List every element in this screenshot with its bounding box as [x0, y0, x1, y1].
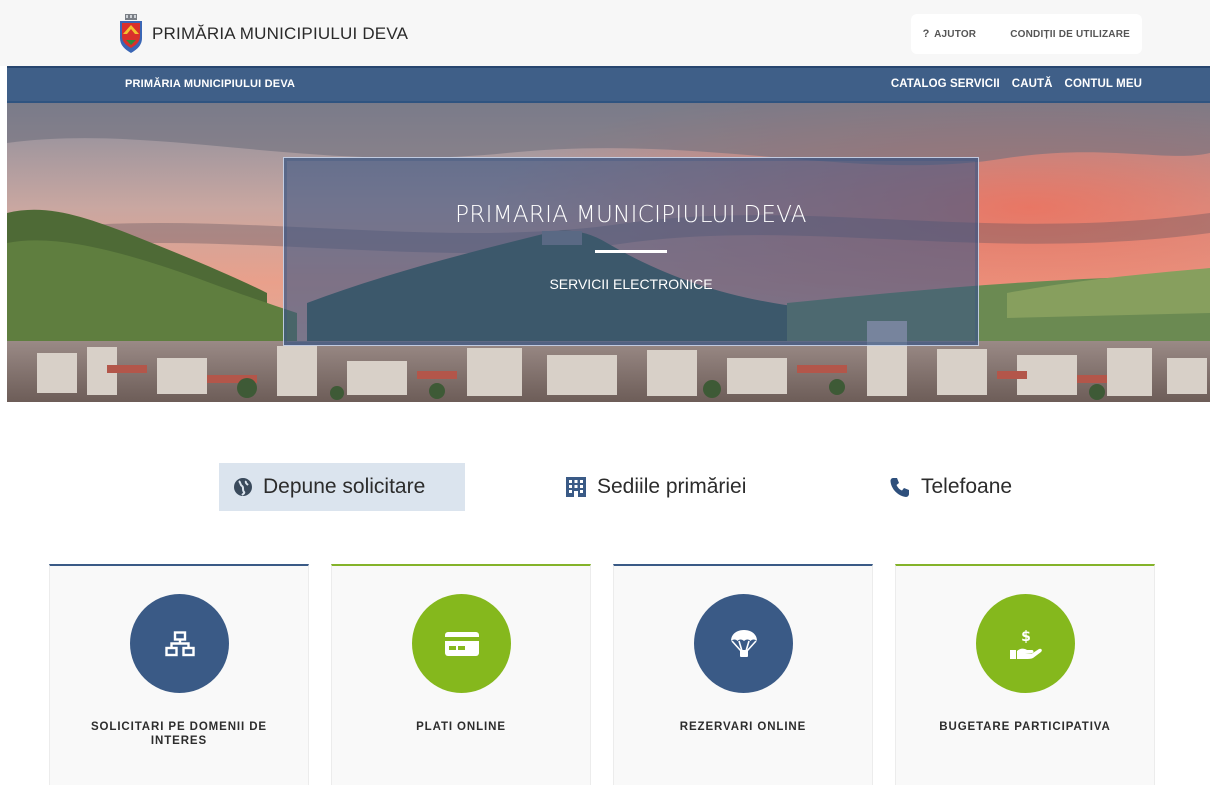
- nav-account-link[interactable]: CONTUL MEU: [1065, 78, 1142, 90]
- building-icon: [565, 476, 587, 498]
- tab-telefoane[interactable]: Telefoane: [889, 463, 1012, 511]
- card-icon-circle: [130, 594, 229, 693]
- tab-label: Sediile primăriei: [597, 475, 747, 498]
- brand-name: PRIMĂRIA MUNICIPIULUI DEVA: [152, 24, 409, 43]
- tab-sediile-primariei[interactable]: Sediile primăriei: [565, 463, 746, 511]
- main-navbar: PRIMĂRIA MUNICIPIULUI DEVA CATALOG SERVI…: [7, 66, 1210, 103]
- hero-banner: PRIMARIA MUNICIPIULUI DEVA SERVICII ELEC…: [7, 103, 1210, 402]
- card-solicitari-domenii[interactable]: SOLICITARI PE DOMENII DE INTERES: [49, 564, 309, 785]
- hand-money-icon: $: [1009, 629, 1042, 659]
- card-label: REZERVARI ONLINE: [679, 721, 807, 733]
- tab-depune-solicitare[interactable]: Depune solicitare: [219, 463, 465, 511]
- terms-link[interactable]: CONDIȚII DE UTILIZARE: [1010, 29, 1130, 40]
- card-icon-circle: [694, 594, 793, 693]
- card-plati-online[interactable]: PLATI ONLINE: [331, 564, 591, 785]
- card-rezervari-online[interactable]: REZERVARI ONLINE: [613, 564, 873, 785]
- card-label: PLATI ONLINE: [416, 721, 506, 733]
- network-icon: [164, 630, 195, 656]
- card-bugetare-participativa[interactable]: $ BUGETARE PARTICIPATIVA: [895, 564, 1155, 785]
- question-mark-icon: ?: [922, 28, 930, 40]
- globe-icon: [233, 477, 253, 497]
- hero-divider: [595, 250, 667, 253]
- city-crest-logo: [120, 14, 142, 53]
- service-tabs: Depune solicitare Sediile primăriei Tele…: [0, 463, 1210, 511]
- hero-title: PRIMARIA MUNICIPIULUI DEVA: [455, 202, 807, 228]
- nav-search-link[interactable]: CAUTĂ: [1012, 78, 1053, 90]
- svg-text:$: $: [1021, 629, 1031, 645]
- hero-subtitle: SERVICII ELECTRONICE: [549, 276, 713, 292]
- nav-links: CATALOG SERVICII CAUTĂ CONTUL MEU: [891, 78, 1142, 90]
- nav-brand-link[interactable]: PRIMĂRIA MUNICIPIULUI DEVA: [125, 78, 295, 90]
- brand-link[interactable]: PRIMĂRIA MUNICIPIULUI DEVA: [118, 14, 408, 54]
- top-header: PRIMĂRIA MUNICIPIULUI DEVA ? AJUTOR COND…: [0, 0, 1210, 66]
- card-label: BUGETARE PARTICIPATIVA: [939, 721, 1111, 733]
- help-label: AJUTOR: [934, 29, 977, 40]
- nav-catalog-link[interactable]: CATALOG SERVICII: [891, 78, 1000, 90]
- hero-title-box: PRIMARIA MUNICIPIULUI DEVA SERVICII ELEC…: [283, 157, 979, 346]
- card-label: SOLICITARI PE DOMENII DE INTERES: [90, 721, 267, 747]
- card-icon-circle: [412, 594, 511, 693]
- parachute-icon: [730, 629, 757, 657]
- tab-label: Depune solicitare: [263, 475, 426, 498]
- help-link[interactable]: ? AJUTOR: [923, 28, 977, 40]
- top-links: ? AJUTOR CONDIȚII DE UTILIZARE: [910, 14, 1142, 54]
- phone-icon: [889, 476, 911, 498]
- tab-label: Telefoane: [921, 475, 1013, 498]
- card-icon-circle: $: [976, 594, 1075, 693]
- credit-card-icon: [444, 631, 479, 656]
